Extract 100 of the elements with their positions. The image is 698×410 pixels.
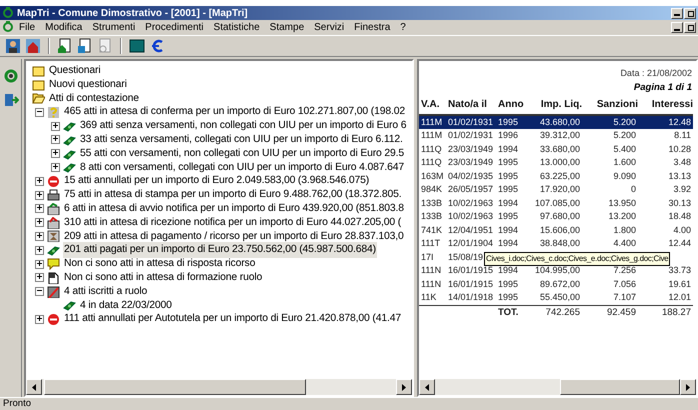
scrollbar-thumb[interactable] — [44, 379, 306, 395]
table-cell-text: 1.600 — [612, 156, 637, 170]
table-cell-text: 26/05/1957 — [447, 183, 494, 196]
total-cell: 92.459 — [582, 305, 638, 320]
total-cell: 742.265 — [526, 305, 582, 320]
banknote-icon — [63, 299, 76, 312]
table-cell-text: 984K — [420, 183, 444, 196]
house-button[interactable] — [24, 37, 42, 55]
expander-toggle[interactable] — [35, 314, 44, 324]
expander-toggle[interactable] — [35, 287, 44, 296]
menu-item[interactable]: Modifica — [40, 20, 88, 35]
menu-item[interactable]: ? — [395, 20, 411, 35]
tree-item[interactable]: Non ci sono atti in attesa di risposta ricorso — [63, 256, 256, 272]
plus-icon — [37, 246, 42, 252]
expander-toggle[interactable] — [51, 162, 60, 172]
tree-item[interactable]: 55 atti con versamenti, non collegati con UIU per un importo di Euro 29.5 — [79, 146, 406, 162]
table-cell-text: 63.225,00 — [538, 170, 581, 183]
tree-item[interactable]: 4 in data 22/03/2000 — [79, 298, 173, 314]
refresh-button[interactable] — [2, 67, 20, 85]
menu-item[interactable]: Finestra — [349, 20, 396, 35]
envelope-icon — [47, 216, 60, 229]
table-cell-text: 1995 — [497, 170, 520, 183]
report-date: Data : 21/08/2002 — [619, 67, 693, 80]
tree-item[interactable]: 209 atti in attesa di pagamento / ricorso per un importo di Euro 28.837.103,0 — [63, 228, 405, 244]
table-cell-text: 13.000,00 — [538, 156, 581, 170]
expander-toggle[interactable] — [51, 149, 60, 158]
tree-item[interactable]: Atti di contestazione — [48, 90, 140, 106]
table-cell-text: 23/03/1949 — [447, 142, 494, 156]
expander-toggle[interactable] — [35, 232, 44, 241]
tooltip: Cives_i.doc;Cives_c.doc;Cives_e.doc;Cives_g.doc;Cive — [484, 252, 670, 266]
expander-toggle[interactable] — [51, 135, 60, 144]
menu-item[interactable]: Strumenti — [87, 20, 140, 35]
table-cell-text: 111Q — [420, 142, 443, 156]
table-cell: 111M — [419, 129, 446, 143]
tree-item[interactable]: 201 atti pagati per un importo di Euro 23.750.562,00 (45.987.500.684) — [63, 242, 377, 258]
restore-button[interactable] — [684, 22, 696, 33]
tree-item[interactable]: Questionari — [48, 63, 102, 79]
monitor-button[interactable] — [128, 37, 146, 55]
total-label: TOT. — [496, 305, 526, 320]
table-cell: 01/02/1931 — [446, 129, 496, 143]
minimize-button[interactable] — [671, 8, 683, 18]
folder-icon — [32, 92, 45, 104]
table-cell-text: 97.680,00 — [538, 210, 581, 224]
table-cell-text: 13.200 — [607, 210, 637, 224]
table-cell-text: 18.48 — [667, 210, 692, 224]
person-button[interactable] — [4, 37, 22, 55]
expander-toggle[interactable] — [51, 122, 60, 131]
table-cell-text: 1994 — [497, 224, 520, 237]
tree-item[interactable]: 369 atti senza versamenti, non collegati con UIU per un importo di Euro 6 — [79, 118, 408, 134]
right-arrow-icon — [402, 384, 406, 390]
tree-item[interactable]: 15 atti annullati per un importo di Euro 2.049.583,00 (3.968.546.075) — [63, 173, 370, 190]
scrollbar-thumb[interactable] — [560, 379, 680, 395]
expander-toggle[interactable] — [35, 260, 44, 269]
tree-item[interactable]: 33 atti senza versamenti, collegati con UIU per un importo di Euro 6.112. — [79, 132, 404, 148]
menu-item[interactable]: File — [14, 20, 40, 35]
app-icon — [2, 21, 14, 34]
table-cell-text: 5.400 — [612, 142, 637, 156]
tree-item[interactable]: Nuovi questionari — [48, 76, 128, 92]
table-cell-text: 104.995,00 — [534, 264, 581, 278]
expander-toggle[interactable] — [35, 246, 44, 255]
tree-item[interactable]: 8 atti con versamenti, collegati con UIU per un importo di Euro 4.087.647 — [79, 160, 406, 176]
table-cell: 8.11 — [638, 129, 693, 143]
tree-item[interactable]: 4 atti iscritti a ruolo — [63, 284, 148, 300]
table-cell-text: 13.13 — [667, 170, 692, 183]
table-cell-text: 1995 — [497, 210, 520, 224]
expander-toggle[interactable] — [35, 218, 44, 228]
tree-item[interactable]: 465 atti in attesa di conferma per un importo di Euro 102.271.807,00 (198.02 — [63, 104, 406, 120]
plus-icon — [37, 274, 42, 280]
tree-item[interactable]: Non ci sono atti in attesa di formazione ruolo — [63, 270, 264, 286]
table-cell-text: 163M — [420, 170, 445, 183]
banknote-icon — [63, 120, 76, 132]
menu-item[interactable]: Servizi — [309, 20, 350, 35]
menu-item[interactable]: Statistiche — [208, 20, 265, 35]
tree-item[interactable]: 111 atti annullati per Autotutela per un importo di Euro 21.420.878,00 (41.47 — [63, 311, 402, 328]
minimize-button[interactable] — [671, 22, 683, 33]
table-cell-text: 16/01/1915 — [447, 278, 494, 291]
expander-toggle[interactable] — [35, 176, 44, 186]
tree-item[interactable]: 310 atti in attesa di ricezione notifica per un importo di Euro 44.027.205,00 ( — [63, 214, 402, 230]
restore-button[interactable] — [684, 8, 696, 18]
scroll-right-button[interactable] — [680, 379, 696, 395]
expander-toggle[interactable] — [35, 108, 44, 117]
plus-icon — [37, 192, 42, 197]
scroll-left-button[interactable] — [26, 379, 42, 395]
tree-item[interactable]: 75 atti in attesa di stampa per un importo di Euro 9.488.762,00 (18.372.805. — [63, 187, 402, 203]
plus-icon — [37, 219, 42, 224]
tree-item[interactable]: 6 atti in attesa di avvio notifica per un importo di Euro 439.920,00 (851.803.8 — [63, 201, 405, 217]
scroll-left-button[interactable] — [419, 379, 435, 395]
table-cell-text: 16/01/1915 — [447, 264, 494, 278]
expander-toggle[interactable] — [35, 190, 44, 200]
menu-item[interactable]: Stampe — [264, 20, 310, 35]
expander-toggle[interactable] — [35, 273, 44, 282]
table-cell-text: 30.13 — [667, 196, 692, 210]
expander-toggle[interactable] — [35, 204, 44, 214]
speech-bubble-icon — [47, 258, 60, 270]
menu-item[interactable]: Procedimenti — [140, 20, 209, 35]
scroll-right-button[interactable] — [396, 379, 412, 395]
table-cell-text: 3.48 — [672, 156, 692, 170]
table-cell-text: 107.085,00 — [534, 196, 581, 210]
table-cell: 39.312,00 — [526, 129, 582, 143]
table-cell-text: 10/02/1963 — [447, 196, 494, 210]
